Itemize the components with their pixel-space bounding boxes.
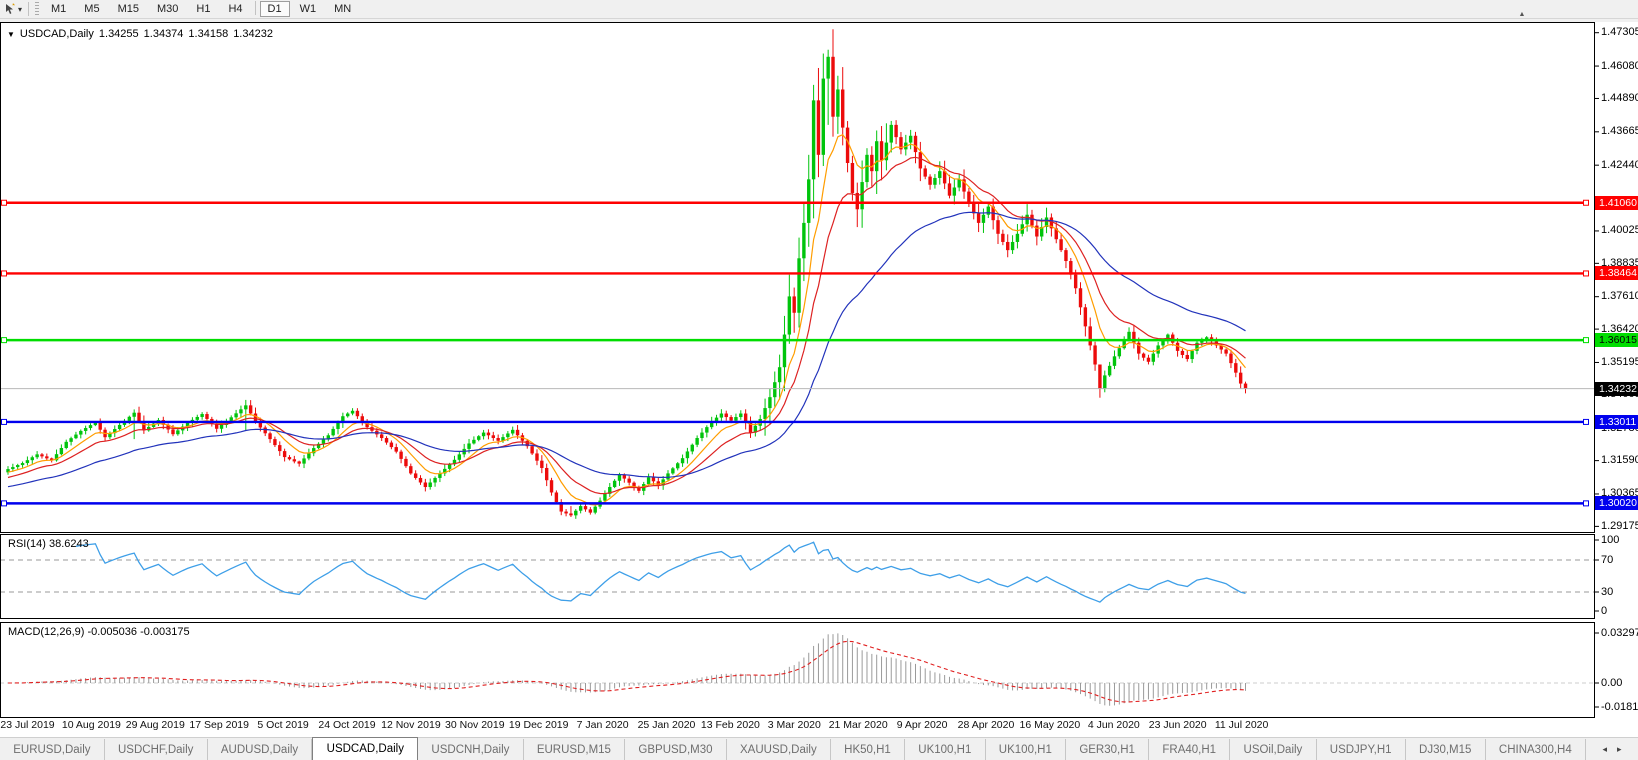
- tab-audusd-daily[interactable]: AUDUSD,Daily: [208, 739, 313, 760]
- tab-uk100-h1[interactable]: UK100,H1: [905, 739, 986, 760]
- tab-gbpusd-m30[interactable]: GBPUSD,M30: [625, 739, 727, 760]
- timeframe-button-h1[interactable]: H1: [188, 1, 218, 17]
- price-tick-label: 1.42440: [1601, 158, 1638, 171]
- rsi-tick-label: 0: [1601, 604, 1608, 617]
- price-tick-label: 1.47305: [1601, 26, 1638, 39]
- rsi-tick-label: 30: [1601, 585, 1614, 598]
- tab-usdjpy-h1[interactable]: USDJPY,H1: [1317, 739, 1406, 760]
- date-axis-label: 19 Dec 2019: [508, 719, 569, 731]
- symbol-tab-bar: EURUSD,Daily USDCHF,Daily AUDUSD,Daily USDC…: [0, 737, 1638, 760]
- tab-eurusd-daily[interactable]: EURUSD,Daily: [0, 739, 105, 760]
- tab-usoil-daily[interactable]: USOil,Daily: [1230, 739, 1317, 760]
- date-axis-label: 28 Apr 2020: [957, 719, 1015, 731]
- price-tick-label: 1.43665: [1601, 125, 1638, 138]
- price-tick-label: 1.46080: [1601, 59, 1638, 72]
- date-axis-label: 12 Nov 2019: [381, 719, 441, 731]
- tab-ger30-h1[interactable]: GER30,H1: [1066, 739, 1150, 760]
- timeframe-button-d1[interactable]: D1: [259, 1, 290, 17]
- date-axis-label: 7 Jan 2020: [576, 719, 629, 731]
- date-axis-label: 13 Feb 2020: [700, 719, 760, 731]
- tab-usdcad-daily[interactable]: USDCAD,Daily: [312, 737, 419, 760]
- date-axis-label: 4 Jun 2020: [1087, 719, 1140, 731]
- price-tick-label: 1.35195: [1601, 355, 1638, 368]
- date-axis-label: 23 Jul 2019: [0, 719, 55, 731]
- tab-dj30-m15[interactable]: DJ30,M15: [1406, 739, 1486, 760]
- tab-fra40-h1[interactable]: FRA40,H1: [1149, 739, 1231, 760]
- toolbar-separator: [254, 1, 256, 15]
- timeframe-button-group: M1 M5 M15 M30 H1 H4 D1 W1 MN: [42, 1, 360, 17]
- tab-xauusd-daily[interactable]: XAUUSD,Daily: [727, 739, 831, 760]
- tab-scroll-left-icon[interactable]: ◂: [1602, 744, 1607, 755]
- timeframe-button-m30[interactable]: M30: [149, 1, 186, 17]
- date-axis-label: 16 May 2020: [1019, 719, 1081, 731]
- chart-title: ▼ USDCAD,Daily 1.34255 1.34374 1.34158 1…: [7, 28, 273, 40]
- level-price-label: 1.38464: [1595, 266, 1638, 281]
- price-tick-label: 1.31590: [1601, 454, 1638, 467]
- ohlc-high: 1.34374: [143, 28, 184, 40]
- date-axis-label: 5 Oct 2019: [257, 719, 309, 731]
- timeframe-button-mn[interactable]: MN: [326, 1, 359, 17]
- rsi-tick-label: 70: [1601, 553, 1614, 566]
- current-price-label: 1.34232: [1595, 381, 1638, 396]
- cursor-tool-dropdown-icon[interactable]: ▾: [18, 5, 22, 14]
- date-axis-label: 9 Apr 2020: [896, 719, 948, 731]
- date-axis-label: 25 Jan 2020: [637, 719, 696, 731]
- chart-window[interactable]: [0, 22, 1638, 737]
- application-window: ▾ M1 M5 M15 M30 H1 H4 D1 W1 MN ▼ USDCAD,Daily 1.…: [0, 0, 1638, 760]
- level-price-label: 1.30020: [1595, 496, 1638, 511]
- ohlc-low: 1.34158: [188, 28, 229, 40]
- tab-scroll-right-icon[interactable]: ▸: [1617, 744, 1622, 755]
- price-tick-label: 1.29175: [1601, 519, 1638, 532]
- rsi-label: RSI(14) 38.6243: [8, 538, 89, 550]
- toolbar-grip-handle[interactable]: [35, 2, 40, 16]
- level-price-label: 1.41060: [1595, 195, 1638, 210]
- date-axis-label: 10 Aug 2019: [61, 719, 121, 731]
- tab-hk50-h1[interactable]: HK50,H1: [831, 739, 906, 760]
- ohlc-open: 1.34255: [98, 28, 139, 40]
- level-price-label: 1.36015: [1595, 333, 1638, 348]
- tab-usdcnh-daily[interactable]: USDCNH,Daily: [418, 739, 524, 760]
- date-axis-label: 24 Oct 2019: [318, 719, 376, 731]
- date-axis-label: 29 Aug 2019: [125, 719, 185, 731]
- date-axis-label: 11 Jul 2020: [1214, 719, 1269, 731]
- ohlc-close: 1.34232: [233, 28, 273, 40]
- tab-uk100-h1[interactable]: UK100,H1: [986, 739, 1067, 760]
- chart-symbol-label: USDCAD,Daily: [19, 28, 94, 40]
- axis-scroll-up-icon[interactable]: ▲: [1515, 10, 1529, 20]
- macd-label: MACD(12,26,9) -0.005036 -0.003175: [8, 626, 190, 638]
- tab-eurusd-m15[interactable]: EURUSD,M15: [524, 739, 626, 760]
- timeframe-toolbar: ▾ M1 M5 M15 M30 H1 H4 D1 W1 MN: [0, 0, 1638, 19]
- macd-tick-label: -0.018154: [1601, 700, 1638, 713]
- tab-scroll-arrows: ◂ ▸: [1586, 739, 1638, 760]
- date-axis-label: 21 Mar 2020: [828, 719, 888, 731]
- toolbar-separator: [28, 2, 30, 16]
- symbol-dropdown-icon[interactable]: ▼: [7, 30, 15, 39]
- tab-china300-h4[interactable]: CHINA300,H4: [1486, 739, 1586, 760]
- timeframe-button-w1[interactable]: W1: [292, 1, 325, 17]
- level-price-label: 1.33011: [1595, 414, 1638, 429]
- date-axis-label: 30 Nov 2019: [445, 719, 505, 731]
- timeframe-button-h4[interactable]: H4: [220, 1, 250, 17]
- tab-usdchf-daily[interactable]: USDCHF,Daily: [105, 739, 208, 760]
- timeframe-button-m1[interactable]: M1: [43, 1, 74, 17]
- rsi-tick-label: 100: [1601, 533, 1620, 546]
- macd-tick-label: 0.032972: [1601, 626, 1638, 639]
- date-axis-label: 17 Sep 2019: [189, 719, 249, 731]
- timeframe-button-m15[interactable]: M15: [110, 1, 147, 17]
- timeframe-button-m5[interactable]: M5: [76, 1, 107, 17]
- macd-tick-label: 0.00: [1601, 676, 1623, 689]
- price-tick-label: 1.40025: [1601, 224, 1638, 237]
- price-tick-label: 1.44890: [1601, 91, 1638, 104]
- date-axis-label: 23 Jun 2020: [1148, 719, 1207, 731]
- date-axis-label: 3 Mar 2020: [767, 719, 821, 731]
- cursor-tool-icon[interactable]: [3, 2, 17, 16]
- price-tick-label: 1.37610: [1601, 290, 1638, 303]
